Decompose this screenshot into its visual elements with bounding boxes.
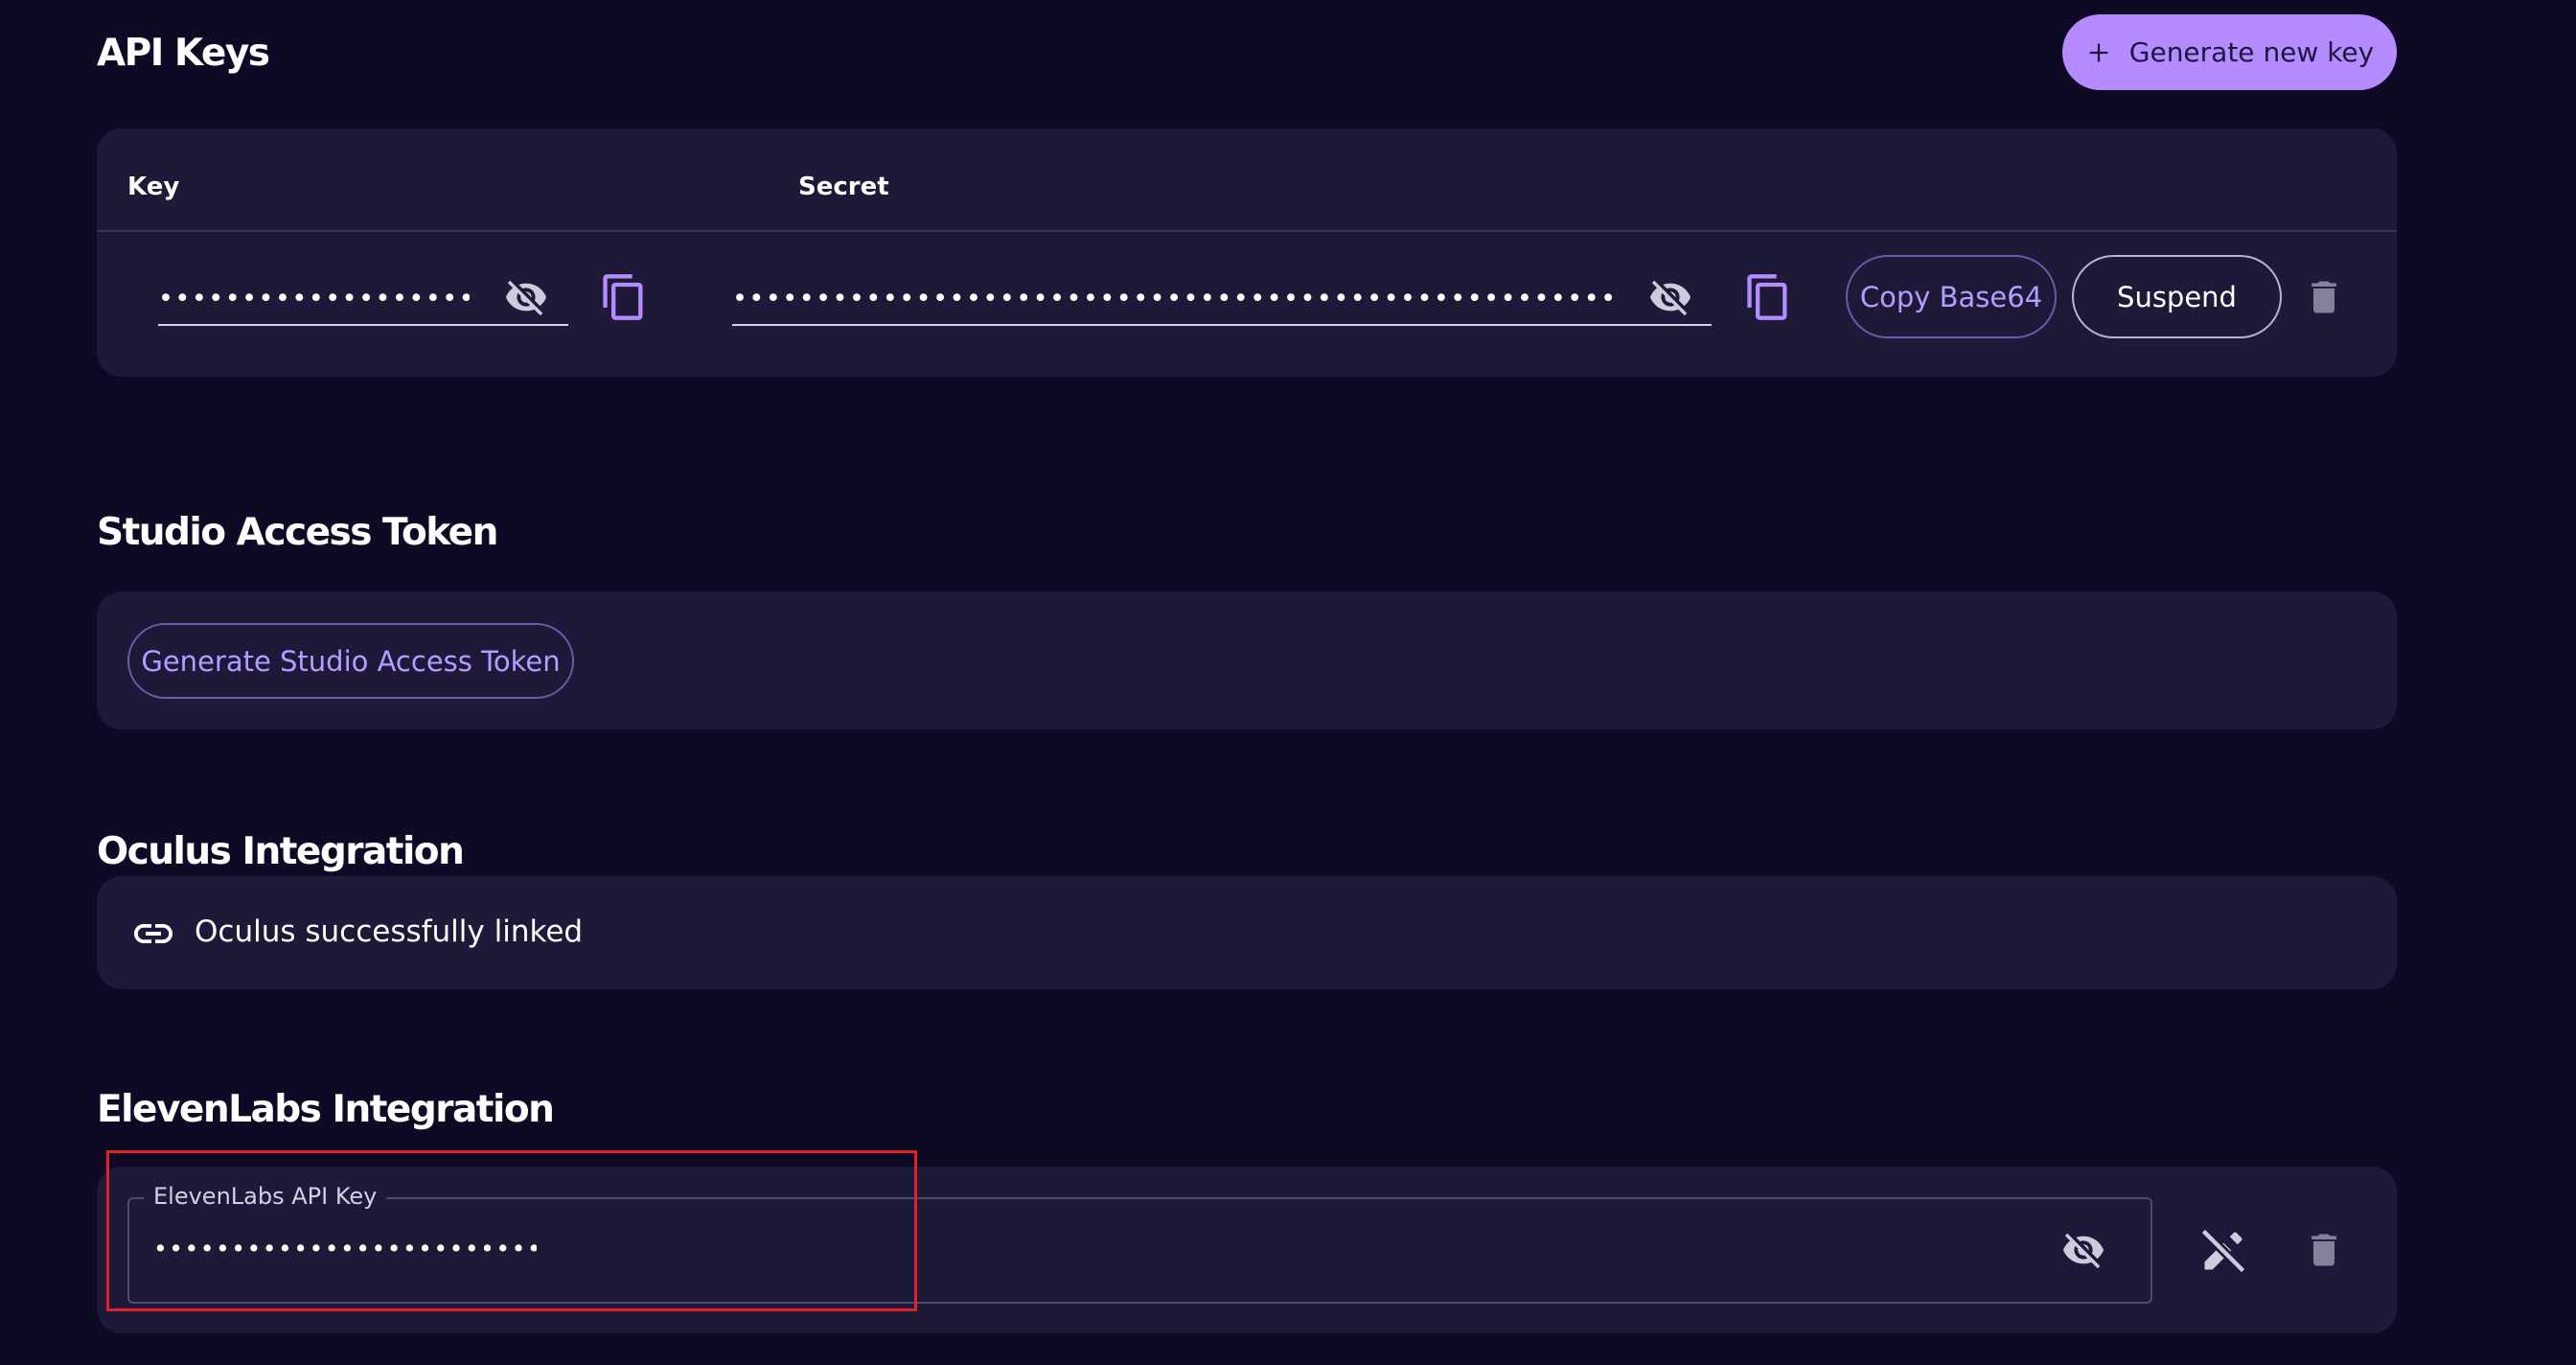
key-field[interactable]: •••••••••••••••••••••••••• [158,280,568,326]
eye-off-icon[interactable] [500,275,552,319]
key-value: •••••••••••••••••••••••••• [158,286,470,312]
highlight-box [106,1150,917,1311]
edit-off-icon[interactable] [2198,1226,2248,1276]
trash-icon[interactable] [2303,1226,2345,1274]
copy-secret-icon[interactable] [1743,268,1793,326]
trash-icon[interactable] [2303,273,2345,321]
eye-off-icon[interactable] [1644,275,1696,319]
table-header-divider [97,230,2397,232]
copy-base64-button[interactable]: Copy Base64 [1846,255,2057,338]
link-icon [130,911,176,957]
secret-field[interactable]: ••••••••••••••••••••••••••••••••••••••••… [732,280,1712,326]
secret-value: ••••••••••••••••••••••••••••••••••••••••… [732,286,1614,312]
api-keys-card [97,128,2397,377]
generate-new-key-label: Generate new key [2128,36,2375,68]
key-column-header: Key [127,173,180,201]
secret-column-header: Secret [798,173,889,201]
copy-key-icon[interactable] [599,268,649,326]
api-keys-title: API Keys [97,32,270,75]
key-underline [158,324,568,326]
plus-icon [2085,39,2112,66]
elevenlabs-title: ElevenLabs Integration [97,1088,555,1131]
oculus-status: Oculus successfully linked [195,914,584,949]
oculus-title: Oculus Integration [97,830,465,873]
generate-new-key-button[interactable]: Generate new key [2062,14,2397,90]
suspend-button[interactable]: Suspend [2072,255,2282,338]
secret-underline [732,324,1712,326]
eye-off-icon[interactable] [2058,1228,2109,1272]
studio-title: Studio Access Token [97,511,498,554]
generate-studio-token-button[interactable]: Generate Studio Access Token [127,623,574,699]
